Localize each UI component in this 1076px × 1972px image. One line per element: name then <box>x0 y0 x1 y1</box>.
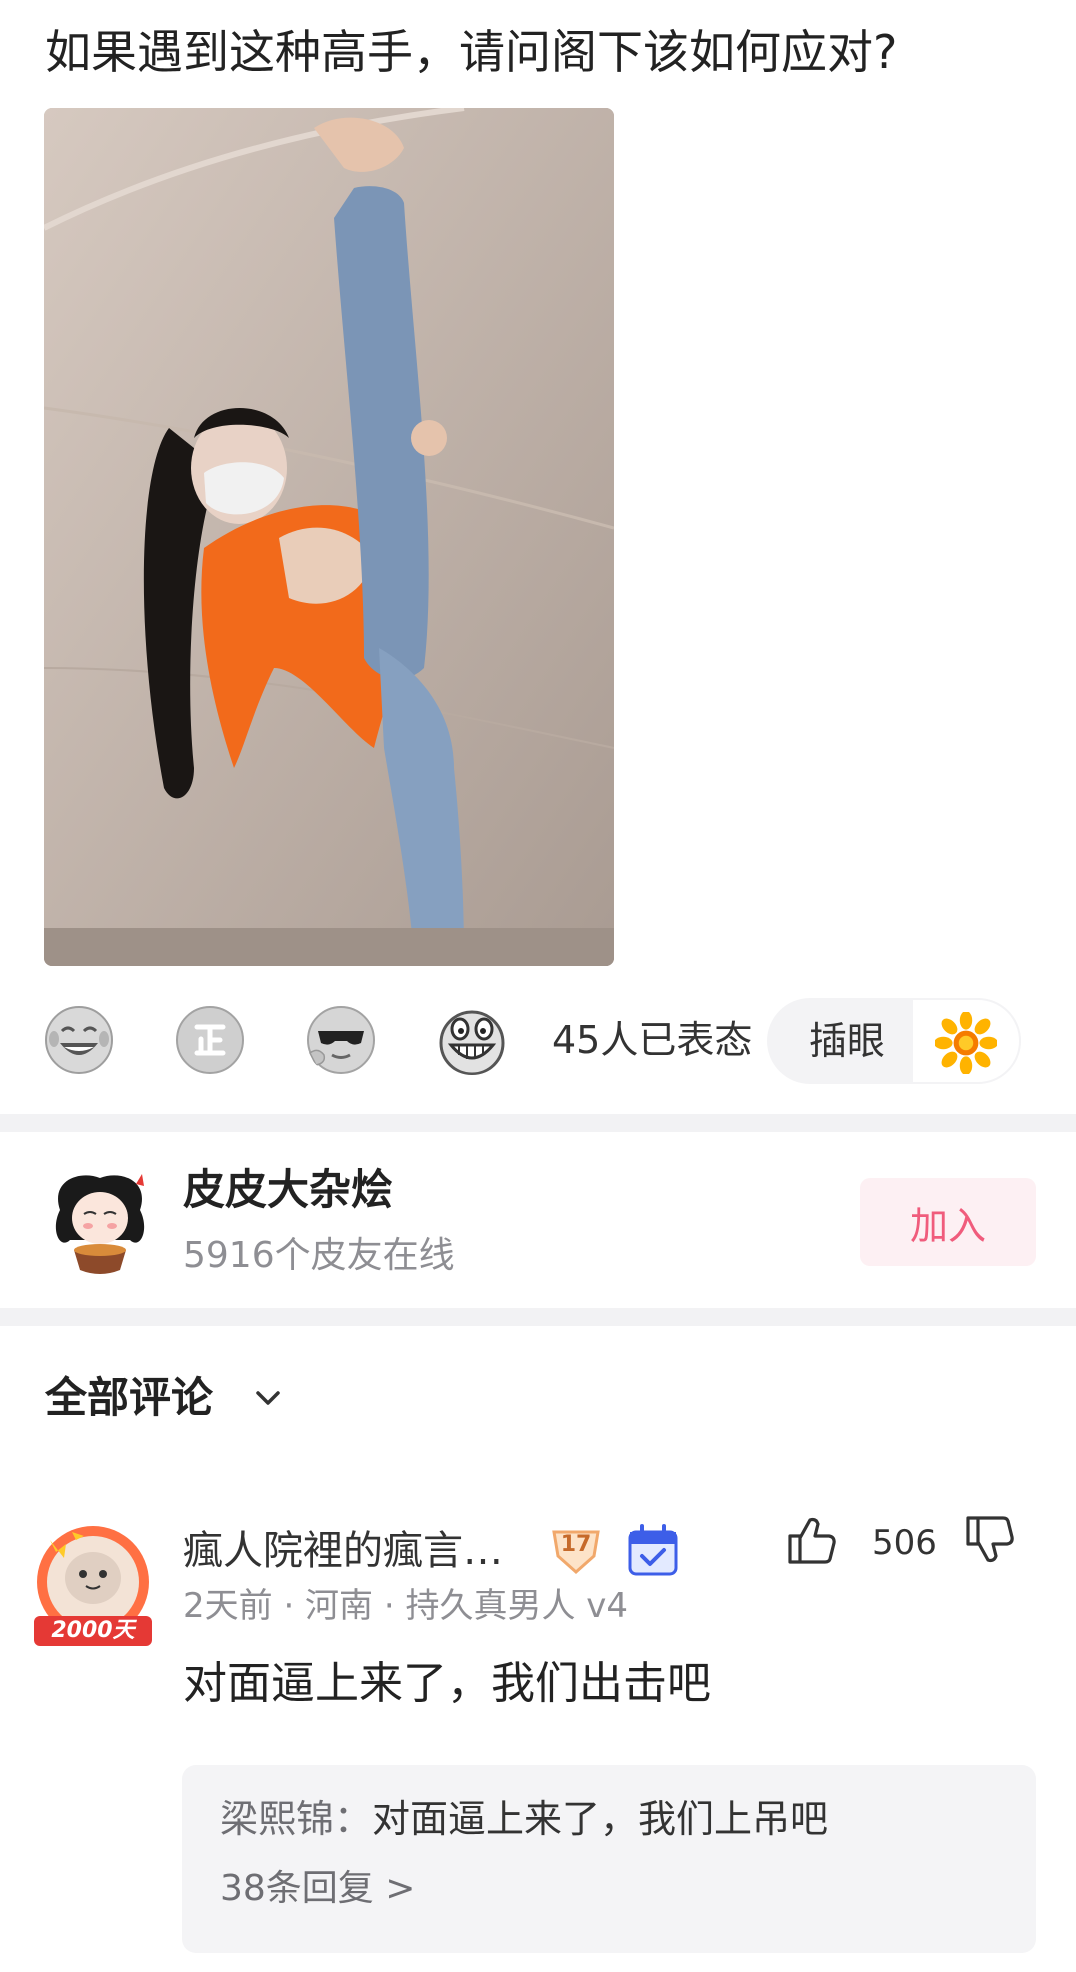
avatar-days-badge: 2000天 <box>51 1618 135 1643</box>
tag-pill-chayan[interactable]: 插眼 <box>767 998 1021 1084</box>
post-photo-illustration <box>44 108 614 966</box>
reaction-count: 45人已表态 <box>552 1018 753 1062</box>
comment-meta: 2天前 · 河南 · 持久真男人 v4 <box>183 1586 629 1626</box>
comments-header[interactable]: 全部评论 <box>45 1370 213 1426</box>
tag-pill-icon-area <box>911 998 1021 1084</box>
tag-pill-label: 插眼 <box>809 1019 886 1063</box>
level-badge-number: 17 <box>560 1532 592 1557</box>
like-icon[interactable] <box>784 1512 840 1568</box>
section-divider <box>0 1114 1076 1132</box>
reply-line: 梁熙锦：对面逼上来了，我们上吊吧 <box>220 1793 828 1845</box>
commenter-avatar[interactable]: 2000天 <box>28 1520 158 1650</box>
community-name[interactable]: 皮皮大杂烩 <box>183 1162 393 1218</box>
laughing-crying-emoji[interactable] <box>44 1005 114 1075</box>
reply-text: 对面逼上来了，我们上吊吧 <box>372 1797 829 1841</box>
more-replies-link[interactable]: 38条回复 > <box>220 1865 415 1913</box>
like-count: 506 <box>872 1523 937 1563</box>
sunglasses-emoji[interactable] <box>306 1005 376 1075</box>
chevron-down-icon[interactable] <box>250 1380 286 1416</box>
calendar-check-icon <box>628 1524 678 1576</box>
post-title: 如果遇到这种高手，请问阁下该如何应对? <box>45 25 898 79</box>
reply-preview[interactable]: 梁熙锦：对面逼上来了，我们上吊吧 38条回复 > <box>182 1765 1036 1953</box>
join-button[interactable]: 加入 <box>860 1178 1036 1266</box>
level-badge: 17 <box>548 1526 604 1576</box>
grinning-emoji[interactable] <box>437 1005 507 1075</box>
section-divider <box>0 1308 1076 1326</box>
dislike-icon[interactable] <box>962 1512 1018 1568</box>
community-online-count: 5916个皮友在线 <box>183 1235 455 1276</box>
reply-author[interactable]: 梁熙锦： <box>220 1797 372 1841</box>
sunflower-icon <box>935 1012 997 1074</box>
comment-username[interactable]: 瘋人院裡的瘋言… <box>183 1525 503 1577</box>
post-photo[interactable] <box>44 108 614 966</box>
community-avatar[interactable] <box>40 1170 160 1280</box>
comment-text[interactable]: 对面逼上来了，我们出击吧 <box>183 1655 711 1713</box>
zheng-emoji[interactable] <box>175 1005 245 1075</box>
